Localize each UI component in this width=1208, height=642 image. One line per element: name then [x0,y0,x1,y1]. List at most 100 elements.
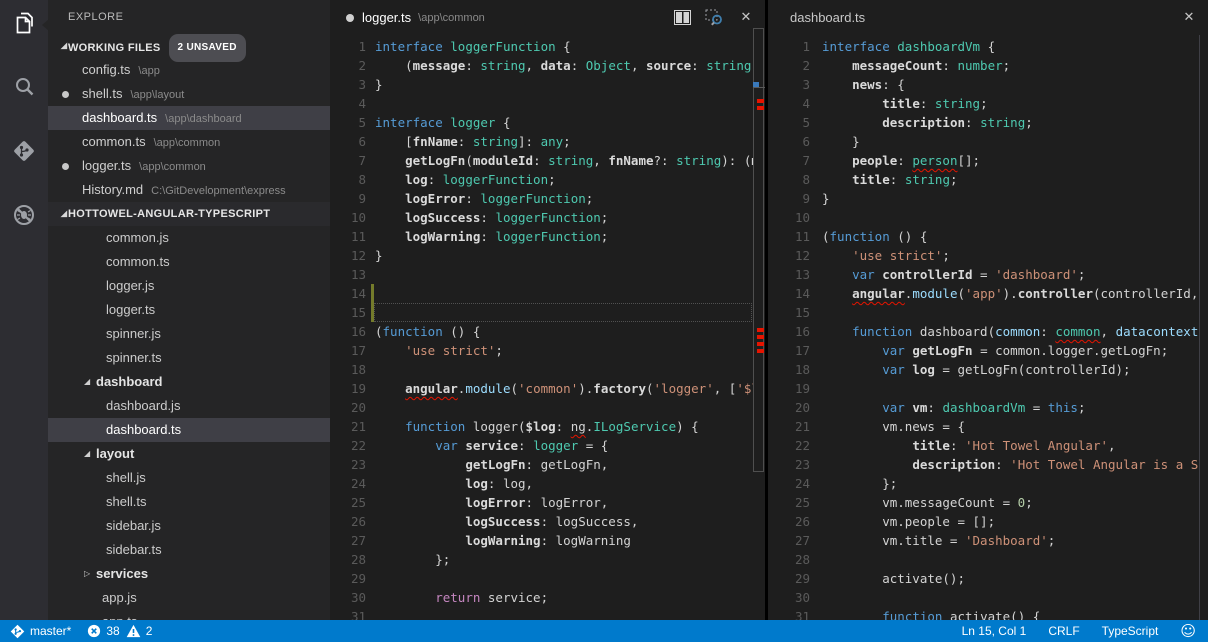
code-line[interactable]: 15 [768,303,1199,322]
code-line[interactable]: 25 vm.messageCount = 0; [768,493,1199,512]
working-file-item[interactable]: History.mdC:\GitDevelopment\express [48,178,330,202]
code-line[interactable]: 16 function dashboard(common: common, da… [768,322,1199,341]
code-line[interactable]: 24 log: log, [330,474,753,493]
tree-item[interactable]: shell.ts [48,490,330,514]
tree-item[interactable]: dashboard.ts [48,418,330,442]
code-line[interactable]: 2 (message: string, data: Object, source… [330,56,753,75]
code-line[interactable]: 21 function logger($log: ng.ILogService)… [330,417,753,436]
scrollbar-slider[interactable] [753,28,764,472]
code-line[interactable]: 5 description: string; [768,113,1199,132]
tree-folder[interactable]: ▷services [48,562,330,586]
tree-item[interactable]: logger.js [48,274,330,298]
code-line[interactable]: 1interface dashboardVm { [768,37,1199,56]
code-lines-1[interactable]: 1interface dashboardVm {2 messageCount: … [768,37,1199,620]
code-line[interactable]: 28 [768,550,1199,569]
code-line[interactable]: 3 news: { [768,75,1199,94]
code-line[interactable]: 30 return service; [330,588,753,607]
code-line[interactable]: 13 [330,265,753,284]
code-line[interactable]: 4 [330,94,753,113]
working-file-item[interactable]: common.ts\app\common [48,130,330,154]
tree-item[interactable]: app.ts [48,610,330,620]
feedback-smiley-icon[interactable]: ☺ [1180,624,1196,639]
code-line[interactable]: 14 angular.module('app').controller(cont… [768,284,1199,303]
code-line[interactable]: 8 title: string; [768,170,1199,189]
tree-item[interactable]: sidebar.ts [48,538,330,562]
code-line[interactable]: 4 title: string; [768,94,1199,113]
explorer-activity-button[interactable] [0,0,48,46]
tree-item[interactable]: common.js [48,226,330,250]
debug-activity-button[interactable] [0,192,48,238]
code-line[interactable]: 18 var log = getLogFn(controllerId); [768,360,1199,379]
search-activity-button[interactable] [0,64,48,110]
working-files-header[interactable]: ◢ WORKING FILES2 UNSAVED [48,34,330,58]
code-line[interactable]: 27 logWarning: logWarning [330,531,753,550]
code-line[interactable]: 26 vm.people = []; [768,512,1199,531]
overview-ruler[interactable] [1199,35,1208,620]
code-line[interactable]: 16(function () { [330,322,753,341]
code-line[interactable]: 26 logSuccess: logSuccess, [330,512,753,531]
tree-item[interactable]: sidebar.js [48,514,330,538]
code-lines-0[interactable]: 1interface loggerFunction {2 (message: s… [330,37,753,620]
code-line[interactable]: 23 getLogFn: getLogFn, [330,455,753,474]
code-line[interactable]: 3} [330,75,753,94]
code-line[interactable]: 19 [768,379,1199,398]
working-file-item[interactable]: shell.ts\app\layout [48,82,330,106]
code-line[interactable]: 23 description: 'Hot Towel Angular is a … [768,455,1199,474]
code-line[interactable]: 10 [768,208,1199,227]
code-line[interactable]: 15 [330,303,753,322]
code-line[interactable]: 31 [330,607,753,620]
git-branch-status[interactable]: master* [10,624,71,639]
code-line[interactable]: 20 var vm: dashboardVm = this; [768,398,1199,417]
code-line[interactable]: 17 'use strict'; [330,341,753,360]
tab-title[interactable]: dashboard.ts [790,10,865,25]
code-line[interactable]: 31 function activate() { [768,607,1199,620]
tree-item[interactable]: shell.js [48,466,330,490]
code-line[interactable]: 18 [330,360,753,379]
code-line[interactable]: 9} [768,189,1199,208]
code-line[interactable]: 14 [330,284,753,303]
warnings-status[interactable]: 2 [126,624,153,638]
tree-item[interactable]: spinner.ts [48,346,330,370]
cursor-position-status[interactable]: Ln 15, Col 1 [962,624,1027,638]
open-preview-button[interactable] [705,9,723,27]
code-line[interactable]: 29 activate(); [768,569,1199,588]
code-line[interactable]: 27 vm.title = 'Dashboard'; [768,531,1199,550]
tree-folder[interactable]: ◢dashboard [48,370,330,394]
code-line[interactable]: 9 logError: loggerFunction; [330,189,753,208]
tab-title[interactable]: logger.ts [362,10,411,25]
code-line[interactable]: 12 'use strict'; [768,246,1199,265]
working-file-item[interactable]: dashboard.ts\app\dashboard [48,106,330,130]
code-line[interactable]: 25 logError: logError, [330,493,753,512]
code-line[interactable]: 24 }; [768,474,1199,493]
code-line[interactable]: 2 messageCount: number; [768,56,1199,75]
code-line[interactable]: 22 var service: logger = { [330,436,753,455]
code-line[interactable]: 7 people: person[]; [768,151,1199,170]
tree-item[interactable]: app.js [48,586,330,610]
eol-status[interactable]: CRLF [1048,624,1079,638]
language-mode-status[interactable]: TypeScript [1102,624,1159,638]
project-root-header[interactable]: ◢ HOTTOWEL-ANGULAR-TYPESCRIPT [48,202,330,226]
tree-item[interactable]: common.ts [48,250,330,274]
working-file-item[interactable]: config.ts\app [48,58,330,82]
code-line[interactable]: 11 logWarning: loggerFunction; [330,227,753,246]
code-line[interactable]: 10 logSuccess: loggerFunction; [330,208,753,227]
code-line[interactable]: 19 angular.module('common').factory('log… [330,379,753,398]
code-line[interactable]: 28 }; [330,550,753,569]
tree-item[interactable]: spinner.js [48,322,330,346]
tree-item[interactable]: logger.ts [48,298,330,322]
code-line[interactable]: 1interface loggerFunction { [330,37,753,56]
code-line[interactable]: 11(function () { [768,227,1199,246]
code-line[interactable]: 17 var getLogFn = common.logger.getLogFn… [768,341,1199,360]
code-line[interactable]: 13 var controllerId = 'dashboard'; [768,265,1199,284]
tree-item[interactable]: dashboard.js [48,394,330,418]
code-line[interactable]: 29 [330,569,753,588]
code-line[interactable]: 6 [fnName: string]: any; [330,132,753,151]
errors-status[interactable]: 38 [87,624,119,638]
code-line[interactable]: 8 log: loggerFunction; [330,170,753,189]
code-line[interactable]: 20 [330,398,753,417]
split-editor-button[interactable] [673,9,691,27]
overview-ruler[interactable] [753,0,765,620]
tree-folder[interactable]: ◢layout [48,442,330,466]
working-file-item[interactable]: logger.ts\app\common [48,154,330,178]
code-line[interactable]: 22 title: 'Hot Towel Angular', [768,436,1199,455]
